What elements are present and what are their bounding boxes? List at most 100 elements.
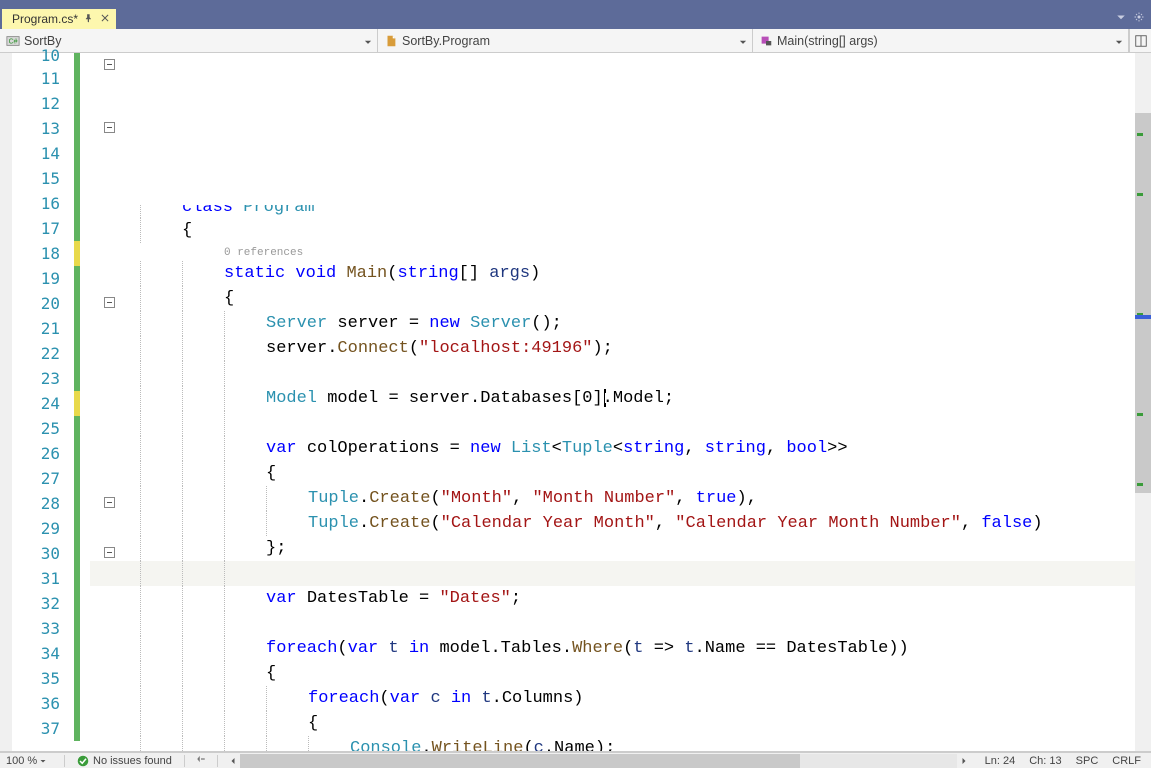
line-number: 31: [12, 566, 74, 591]
code-line[interactable]: {: [90, 711, 1135, 736]
line-number: 36: [12, 691, 74, 716]
split-editor-button[interactable]: [1129, 29, 1151, 52]
line-number: 29: [12, 516, 74, 541]
close-icon[interactable]: [100, 12, 110, 26]
editor-status-bar: 100 % No issues found Ln: 24 Ch: 13 SPC …: [0, 752, 1151, 768]
line-number: 27: [12, 466, 74, 491]
code-line[interactable]: class Program: [90, 205, 1135, 218]
codelens-annotation[interactable]: 0 references: [90, 243, 1135, 261]
code-line[interactable]: Model model = server.Databases[0].Model;: [90, 386, 1135, 411]
line-number: 20: [12, 291, 74, 316]
code-line[interactable]: Tuple.Create("Month", "Month Number", tr…: [90, 486, 1135, 511]
svg-text:C#: C#: [9, 38, 18, 45]
member-scope-label: Main(string[] args): [777, 34, 1114, 48]
scrollbar-thumb[interactable]: [1135, 113, 1151, 493]
line-number: 24: [12, 391, 74, 416]
line-number: 11: [12, 66, 74, 91]
tab-title: Program.cs*: [12, 12, 78, 26]
code-line[interactable]: {: [90, 218, 1135, 243]
code-line[interactable]: {: [90, 286, 1135, 311]
code-line[interactable]: [90, 411, 1135, 436]
class-icon: [384, 34, 398, 48]
chevron-down-icon: [738, 36, 748, 46]
scroll-right-arrow[interactable]: [957, 754, 971, 768]
member-scope-dropdown[interactable]: Main(string[] args): [753, 29, 1129, 52]
issues-indicator[interactable]: No issues found: [69, 755, 180, 767]
line-number: 34: [12, 641, 74, 666]
code-line[interactable]: [90, 361, 1135, 386]
code-line[interactable]: Server server = new Server();: [90, 311, 1135, 336]
pin-icon[interactable]: [84, 12, 94, 26]
line-number: 33: [12, 616, 74, 641]
insert-mode: SPC: [1076, 755, 1099, 767]
cursor-col: Ch: 13: [1029, 755, 1061, 767]
code-editor[interactable]: 1011121314151617181920212223242526272829…: [0, 53, 1151, 752]
line-number: 37: [12, 716, 74, 741]
zoom-level-dropdown[interactable]: 100 %: [0, 755, 60, 767]
outline-collapse-icon[interactable]: [104, 59, 115, 70]
document-tab[interactable]: Program.cs*: [2, 9, 116, 29]
document-tab-strip: Program.cs*: [0, 7, 1151, 29]
code-line[interactable]: [90, 611, 1135, 636]
code-line[interactable]: Tuple.Create("Calendar Year Month", "Cal…: [90, 511, 1135, 536]
line-number: 21: [12, 316, 74, 341]
chevron-down-icon: [39, 757, 47, 765]
code-navigation-bar: C# SortBy SortBy.Program Main(string[] a…: [0, 29, 1151, 53]
code-line[interactable]: foreach(var t in model.Tables.Where(t =>…: [90, 636, 1135, 661]
line-number: 19: [12, 266, 74, 291]
chevron-down-icon: [363, 36, 373, 46]
tab-overflow-chevron-icon[interactable]: [1115, 11, 1127, 26]
line-number: 32: [12, 591, 74, 616]
code-line[interactable]: [90, 561, 1135, 586]
change-tracking-bar: [74, 53, 80, 741]
code-line[interactable]: };: [90, 536, 1135, 561]
scrollbar-thumb[interactable]: [240, 754, 800, 768]
cursor-line: Ln: 24: [985, 755, 1016, 767]
line-number: 28: [12, 491, 74, 516]
code-line[interactable]: var DatesTable = "Dates";: [90, 586, 1135, 611]
window-titlebar-stub: [0, 0, 1151, 7]
project-scope-label: SortBy: [24, 34, 363, 48]
line-number: 23: [12, 366, 74, 391]
chevron-down-icon: [1114, 36, 1124, 46]
outline-collapse-icon[interactable]: [104, 297, 115, 308]
code-text-area[interactable]: class Program{0 referencesstatic void Ma…: [90, 53, 1135, 751]
code-line[interactable]: foreach(var c in t.Columns): [90, 686, 1135, 711]
line-number: 25: [12, 416, 74, 441]
line-number: 12: [12, 91, 74, 116]
code-line[interactable]: {: [90, 661, 1135, 686]
editor-gutter: 1011121314151617181920212223242526272829…: [0, 53, 90, 751]
line-number: 18: [12, 241, 74, 266]
vertical-scrollbar[interactable]: [1135, 53, 1151, 751]
outline-collapse-icon[interactable]: [104, 547, 115, 558]
line-number: 13: [12, 116, 74, 141]
scroll-left-arrow[interactable]: [226, 754, 240, 768]
code-line[interactable]: var colOperations = new List<Tuple<strin…: [90, 436, 1135, 461]
code-line[interactable]: Console.WriteLine(c.Name);: [90, 736, 1135, 751]
window-options-icon[interactable]: [1133, 11, 1145, 26]
issues-text: No issues found: [93, 755, 172, 767]
line-number: 10: [12, 53, 74, 66]
method-private-icon: [759, 34, 773, 48]
line-number: 30: [12, 541, 74, 566]
line-numbers: 1011121314151617181920212223242526272829…: [12, 53, 74, 741]
outline-collapse-icon[interactable]: [104, 122, 115, 133]
outline-collapse-icon[interactable]: [104, 497, 115, 508]
scrollbar-track[interactable]: [240, 754, 957, 768]
csharp-project-icon: C#: [6, 34, 20, 48]
code-line[interactable]: {: [90, 461, 1135, 486]
line-number: 35: [12, 666, 74, 691]
text-caret: [604, 389, 606, 407]
left-margin: [0, 53, 12, 751]
line-endings: CRLF: [1112, 755, 1141, 767]
class-scope-dropdown[interactable]: SortBy.Program: [378, 29, 753, 52]
line-number: 15: [12, 166, 74, 191]
line-number: 16: [12, 191, 74, 216]
code-line[interactable]: server.Connect("localhost:49196");: [90, 336, 1135, 361]
ok-check-icon: [77, 755, 89, 767]
line-number: 22: [12, 341, 74, 366]
error-nav-prev[interactable]: [189, 754, 213, 767]
zoom-label: 100 %: [6, 755, 37, 767]
code-line[interactable]: static void Main(string[] args): [90, 261, 1135, 286]
horizontal-scrollbar[interactable]: [222, 754, 975, 768]
